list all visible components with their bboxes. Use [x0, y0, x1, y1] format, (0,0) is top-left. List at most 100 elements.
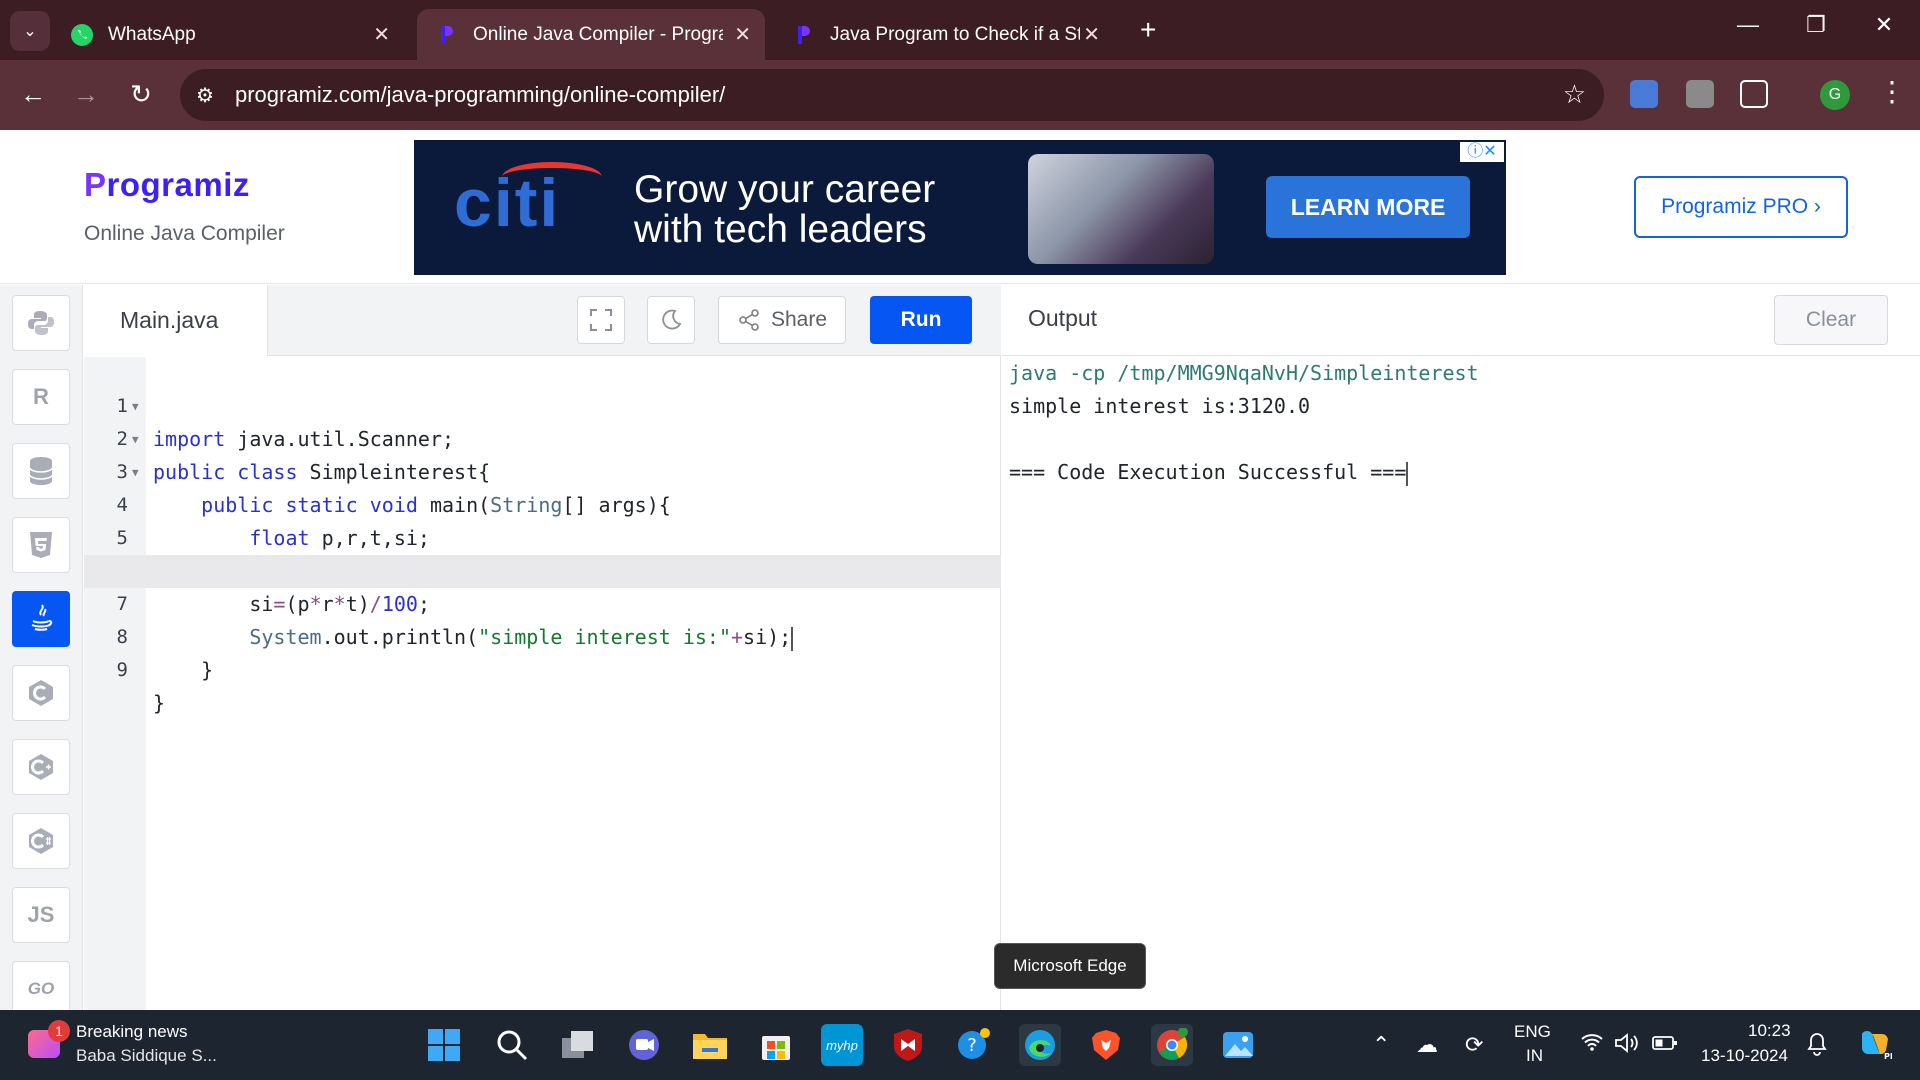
close-tab-icon[interactable]: ✕: [373, 22, 390, 47]
microsoft-store-icon[interactable]: [755, 1024, 797, 1066]
code-line: 5 p=13000;r=12;t=2;: [116, 527, 455, 583]
whatsapp-icon: [70, 23, 94, 47]
code-line-active: 7 System.out.println("simple interest is…: [84, 555, 1001, 651]
lang-go-icon[interactable]: GO: [12, 961, 70, 1010]
clear-button[interactable]: Clear: [1774, 295, 1888, 345]
close-tab-icon[interactable]: ✕: [734, 22, 751, 47]
browser-toolbar: ← → ↻ ⚙ programiz.com/java-programming/o…: [0, 60, 1920, 130]
teams-chat-icon[interactable]: [623, 1024, 665, 1066]
microsoft-edge-icon[interactable]: [1019, 1024, 1061, 1066]
battery-icon[interactable]: [1652, 1032, 1678, 1058]
notification-bell-icon[interactable]: [1806, 1032, 1828, 1062]
photos-app-icon[interactable]: [1217, 1024, 1259, 1066]
tab-java-string-program[interactable]: Java Program to Check if a Strin ✕: [774, 9, 1114, 60]
notification-badge: 1: [48, 1020, 70, 1042]
advertisement-banner[interactable]: citi Grow your career with tech leaders …: [414, 140, 1506, 275]
dark-mode-button[interactable]: [647, 296, 695, 344]
show-hidden-icons-chevron-icon[interactable]: ⌃: [1372, 1032, 1390, 1058]
new-tab-button[interactable]: +: [1140, 14, 1156, 46]
lang-js-icon[interactable]: JS: [12, 887, 70, 943]
sync-icon[interactable]: ⟳: [1465, 1032, 1483, 1058]
output-console[interactable]: java -cp /tmp/MMG9NqaNvH/Simpleinterest …: [1009, 357, 1479, 489]
back-icon[interactable]: ←: [17, 79, 49, 110]
google-chrome-icon[interactable]: [1151, 1024, 1193, 1066]
page-subtitle: Online Java Compiler: [84, 222, 285, 245]
lang-csharp-icon[interactable]: [12, 813, 70, 869]
share-label: Share: [770, 308, 828, 331]
tab-title: Online Java Compiler - Program: [473, 23, 723, 45]
news-title[interactable]: Breaking news: [76, 1022, 188, 1042]
fullscreen-button[interactable]: [577, 296, 625, 344]
reload-icon[interactable]: ↻: [125, 79, 157, 110]
news-subtitle[interactable]: Baba Siddique S...: [76, 1046, 217, 1066]
close-window-icon[interactable]: ✕: [1864, 12, 1904, 38]
moon-icon: [662, 309, 682, 330]
tab-online-java-compiler[interactable]: Online Java Compiler - Program ✕: [417, 9, 765, 60]
task-view-icon[interactable]: [557, 1024, 599, 1066]
programiz-favicon-icon: [792, 23, 816, 47]
profile-avatar[interactable]: G: [1820, 80, 1850, 110]
address-bar[interactable]: ⚙ programiz.com/java-programming/online-…: [180, 69, 1604, 121]
tab-title: Java Program to Check if a Strin: [830, 23, 1080, 45]
lang-r-icon[interactable]: R: [12, 369, 70, 425]
ad-headline-line1: Grow your career: [634, 168, 936, 211]
run-button[interactable]: Run: [870, 296, 972, 344]
site-info-icon[interactable]: ⚙: [196, 83, 214, 108]
file-tab-main-java[interactable]: Main.java: [84, 285, 268, 356]
share-button[interactable]: Share: [718, 296, 846, 344]
lang-java-icon[interactable]: [12, 591, 70, 647]
adchoices-icon[interactable]: ⓘ✕: [1460, 142, 1504, 162]
ad-learn-more-button[interactable]: LEARN MORE: [1266, 176, 1470, 238]
restore-icon[interactable]: ❐: [1796, 12, 1836, 38]
lang-cpp-icon[interactable]: [12, 739, 70, 795]
forward-icon[interactable]: →: [70, 79, 102, 110]
output-title: Output: [1028, 305, 1098, 331]
clock-time[interactable]: 10:23: [1748, 1021, 1791, 1041]
code-line: 9 }: [116, 659, 166, 715]
lang-sql-icon[interactable]: [12, 443, 70, 499]
clock-date[interactable]: 13-10-2024: [1701, 1046, 1788, 1066]
taskbar-tooltip: Microsoft Edge: [994, 943, 1146, 989]
code-line: 8 }: [116, 626, 214, 682]
search-icon[interactable]: [491, 1024, 533, 1066]
tab-whatsapp[interactable]: WhatsApp ✕: [52, 9, 404, 60]
extension-icon[interactable]: [1686, 80, 1714, 108]
programiz-favicon-icon: [435, 23, 459, 47]
wifi-icon[interactable]: [1580, 1032, 1604, 1058]
extension-icon[interactable]: [1630, 80, 1658, 108]
output-success-line: === Code Execution Successful ===: [1009, 460, 1409, 486]
file-explorer-icon[interactable]: [689, 1024, 731, 1066]
volume-icon[interactable]: [1614, 1032, 1640, 1060]
editor-toolbar: Main.java Share Run: [84, 285, 1001, 356]
svg-text:?: ?: [967, 1035, 977, 1056]
ad-headline-line2: with tech leaders: [634, 208, 927, 251]
input-language-bottom[interactable]: IN: [1526, 1046, 1543, 1066]
programiz-logo[interactable]: Programiz: [84, 166, 250, 204]
lang-c-icon[interactable]: [12, 665, 70, 721]
tab-title: WhatsApp: [108, 23, 196, 45]
code-area[interactable]: 1 ▼ import java.util.Scanner; 2 ▼ public c…: [84, 357, 1001, 715]
lang-html-icon[interactable]: [12, 517, 70, 573]
close-tab-icon[interactable]: ✕: [1083, 22, 1100, 47]
get-help-icon[interactable]: ?: [953, 1024, 995, 1066]
url-text: programiz.com/java-programming/online-co…: [235, 82, 726, 107]
onedrive-cloud-icon[interactable]: ☁: [1416, 1032, 1438, 1058]
start-menu-icon[interactable]: [423, 1024, 465, 1066]
ad-brand: citi: [454, 165, 561, 241]
tab-search-button[interactable]: ⌄: [10, 11, 50, 51]
mcafee-icon[interactable]: [887, 1024, 929, 1066]
browser-menu-icon[interactable]: ⋮: [1878, 75, 1906, 108]
language-sidebar: R JS GO: [0, 285, 83, 1010]
copilot-icon[interactable]: PRE: [1856, 1026, 1902, 1068]
brave-browser-icon[interactable]: [1085, 1024, 1127, 1066]
lang-python-icon[interactable]: [12, 295, 70, 351]
minimize-icon[interactable]: —: [1728, 12, 1768, 38]
browser-tab-strip: ⌄ WhatsApp ✕ Online Java Compiler - Prog…: [0, 0, 1920, 60]
myhp-icon[interactable]: myhp: [821, 1024, 863, 1066]
input-language-top[interactable]: ENG: [1514, 1022, 1551, 1042]
programiz-pro-button[interactable]: Programiz PRO ›: [1634, 176, 1848, 238]
bookmark-star-icon[interactable]: ☆: [1563, 79, 1586, 110]
fullscreen-icon: [590, 309, 612, 331]
extensions-puzzle-icon[interactable]: [1740, 80, 1768, 108]
site-header: Programiz Online Java Compiler citi Grow…: [0, 130, 1920, 284]
